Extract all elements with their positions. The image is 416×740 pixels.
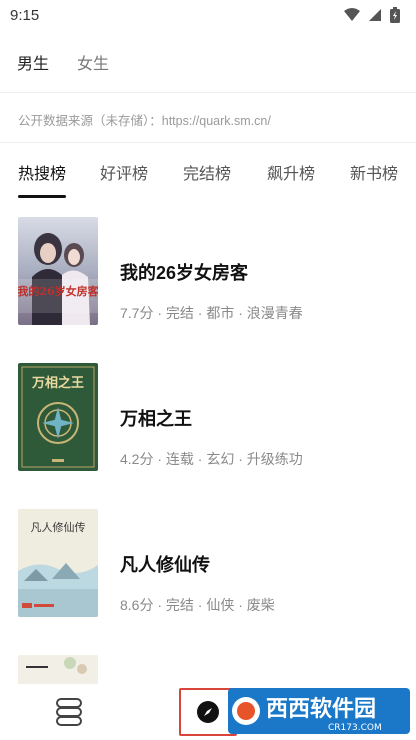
battery-icon <box>390 7 400 23</box>
book-meta: 4.2分 · 连载 · 玄幻 · 升级练功 <box>120 451 303 467</box>
tab-hot-search[interactable]: 热搜榜 <box>18 160 66 184</box>
data-source-note: 公开数据来源（未存储）：https://quark.sm.cn/ <box>18 114 271 128</box>
book-title: 万相之王 <box>120 409 192 429</box>
book-cover: 凡人修仙传 <box>18 509 98 617</box>
book-meta: 8.6分 · 完结 · 仙侠 · 废柴 <box>120 597 275 613</box>
book-item[interactable]: 我的26岁女房客 我的26岁女房客 7.7分 · 完结 · 都市 · 浪漫青春 <box>0 217 416 337</box>
watermark-url: CR173.COM <box>328 723 382 733</box>
book-cover <box>18 655 98 684</box>
bookshelf-icon <box>56 698 82 726</box>
book-cover: 我的26岁女房客 <box>18 217 98 325</box>
cover-title-text: 万相之王 <box>31 375 84 391</box>
tab-top-rated[interactable]: 好评榜 <box>100 160 148 184</box>
cover-title-text: 我的26岁女房客 <box>18 284 98 298</box>
wifi-icon <box>344 8 360 21</box>
bookshelf-button[interactable] <box>52 696 86 728</box>
status-bar: 9:15 <box>0 0 416 30</box>
book-item[interactable]: 凡人修仙传 凡人修仙传 8.6分 · 完结 · 仙侠 · 废柴 <box>0 509 416 629</box>
book-item[interactable] <box>0 655 416 684</box>
cover-title-text: 凡人修仙传 <box>31 520 86 534</box>
active-tab-underline <box>18 195 66 198</box>
site-watermark: 西西软件园 CR173.COM <box>228 688 410 734</box>
divider <box>0 142 416 143</box>
book-meta: 7.7分 · 完结 · 都市 · 浪漫青春 <box>120 305 303 321</box>
tab-completed[interactable]: 完结榜 <box>183 160 231 184</box>
book-list: 我的26岁女房客 我的26岁女房客 7.7分 · 完结 · 都市 · 浪漫青春 … <box>0 200 416 684</box>
book-title: 我的26岁女房客 <box>120 263 249 283</box>
compass-icon <box>197 701 219 723</box>
book-title: 凡人修仙传 <box>120 555 210 575</box>
tab-new-books[interactable]: 新书榜 <box>350 160 398 184</box>
tab-male[interactable]: 男生 <box>17 50 49 74</box>
watermark-text: 西西软件园 <box>266 696 376 722</box>
gender-tabs: 男生 女生 <box>0 42 109 82</box>
book-item[interactable]: 万相之王 万相之王 4.2分 · 连载 · 玄幻 · 升级练功 <box>0 363 416 483</box>
signal-icon <box>369 9 381 21</box>
status-icons <box>344 7 400 23</box>
divider <box>0 92 416 93</box>
book-cover: 万相之王 <box>18 363 98 471</box>
tab-rising[interactable]: 飙升榜 <box>267 160 315 184</box>
tab-female[interactable]: 女生 <box>77 50 109 74</box>
status-time: 9:15 <box>10 6 40 24</box>
ranking-tabs: 热搜榜 好评榜 完结榜 飙升榜 新书榜 <box>0 150 416 200</box>
